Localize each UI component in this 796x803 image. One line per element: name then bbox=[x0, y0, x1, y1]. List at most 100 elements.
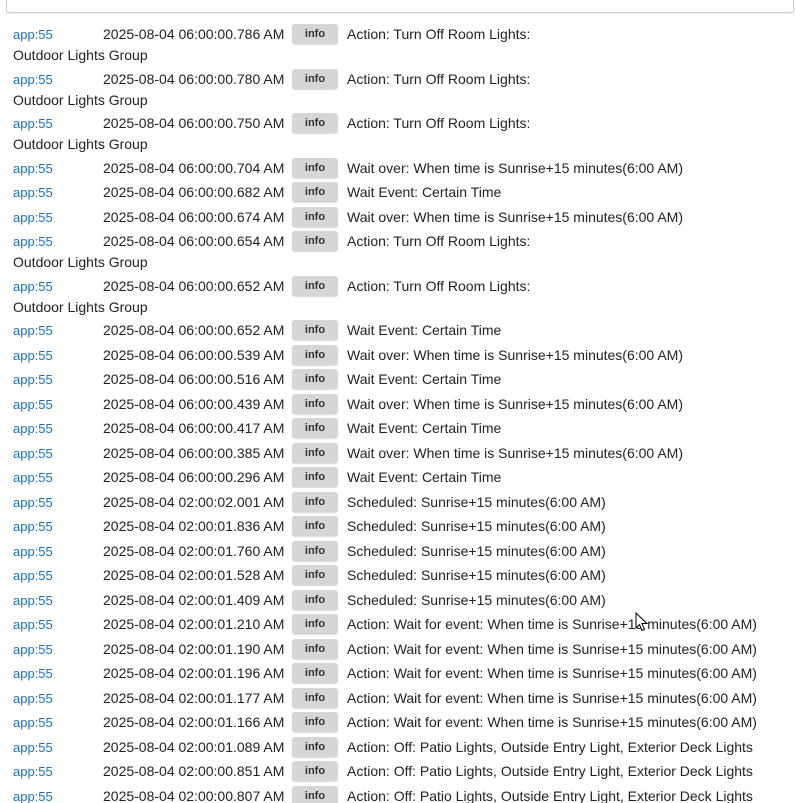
log-timestamp: 2025-08-04 06:00:00.674 AM bbox=[103, 208, 285, 225]
app-link[interactable]: app:55 bbox=[13, 397, 53, 412]
log-entry: app:55 2025-08-04 06:00:00.750 AM info Acti… bbox=[0, 111, 796, 156]
log-message: Action: Wait for event: When time is Sun… bbox=[347, 640, 757, 657]
log-message: Scheduled: Sunrise+15 minutes(6:00 AM) bbox=[347, 591, 606, 608]
log-entry: app:55 2025-08-04 02:00:01.166 AM info Acti… bbox=[0, 710, 796, 735]
log-timestamp: 2025-08-04 02:00:01.177 AM bbox=[103, 689, 285, 706]
log-timestamp: 2025-08-04 06:00:00.682 AM bbox=[103, 184, 285, 200]
log-timestamp: 2025-08-04 06:00:00.539 AM bbox=[103, 346, 285, 363]
log-timestamp: 2025-08-04 06:00:00.652 AM bbox=[103, 277, 285, 294]
log-message: Wait over: When time is Sunrise+15 minut… bbox=[347, 346, 683, 363]
log-level-badge: info bbox=[292, 442, 338, 463]
log-level-badge: info bbox=[292, 344, 338, 365]
log-timestamp: 2025-08-04 02:00:01.190 AM bbox=[103, 640, 285, 657]
app-link[interactable]: app:55 bbox=[13, 470, 53, 485]
log-message-continuation: Outdoor Lights Group bbox=[13, 298, 148, 315]
log-timestamp: 2025-08-04 06:00:00.516 AM bbox=[103, 371, 285, 387]
log-entry: app:55 2025-08-04 02:00:01.836 AM info Sche… bbox=[0, 514, 796, 539]
app-link[interactable]: app:55 bbox=[13, 715, 53, 730]
log-timestamp: 2025-08-04 02:00:01.089 AM bbox=[103, 738, 285, 755]
app-link[interactable]: app:55 bbox=[13, 210, 53, 225]
log-message: Action: Wait for event: When time is Sun… bbox=[347, 665, 757, 681]
log-message: Scheduled: Sunrise+15 minutes(6:00 AM) bbox=[347, 518, 606, 534]
left-edge-mark bbox=[0, 795, 3, 803]
app-link[interactable]: app:55 bbox=[13, 666, 53, 681]
app-link[interactable]: app:55 bbox=[13, 116, 53, 131]
app-link[interactable]: app:55 bbox=[13, 544, 53, 559]
log-level-badge: info bbox=[292, 206, 338, 227]
log-message: Action: Off: Patio Lights, Outside Entry… bbox=[347, 787, 753, 803]
log-entry: app:55 2025-08-04 06:00:00.780 AM info Acti… bbox=[0, 67, 796, 112]
log-entry: app:55 2025-08-04 02:00:01.190 AM info Acti… bbox=[0, 637, 796, 662]
log-timestamp: 2025-08-04 06:00:00.750 AM bbox=[103, 115, 285, 131]
log-level-badge: info bbox=[292, 491, 338, 512]
log-entry: app:55 2025-08-04 06:00:00.385 AM info Wait… bbox=[0, 441, 796, 466]
log-entry: app:55 2025-08-04 06:00:00.417 AM info Wait… bbox=[0, 416, 796, 441]
log-entry: app:55 2025-08-04 06:00:00.439 AM info Wait… bbox=[0, 392, 796, 417]
log-level-badge: info bbox=[292, 467, 338, 487]
app-link[interactable]: app:55 bbox=[13, 764, 53, 779]
app-link[interactable]: app:55 bbox=[13, 519, 53, 534]
app-link[interactable]: app:55 bbox=[13, 617, 53, 632]
log-message: Wait over: When time is Sunrise+15 minut… bbox=[347, 395, 683, 412]
log-timestamp: 2025-08-04 06:00:00.439 AM bbox=[103, 395, 285, 412]
app-link[interactable]: app:55 bbox=[13, 72, 53, 87]
log-timestamp: 2025-08-04 06:00:00.786 AM bbox=[103, 26, 285, 42]
app-link[interactable]: app:55 bbox=[13, 348, 53, 363]
log-entry: app:55 2025-08-04 06:00:00.654 AM info Acti… bbox=[0, 229, 796, 274]
log-level-badge: info bbox=[292, 736, 338, 757]
log-level-badge: info bbox=[292, 565, 338, 585]
log-level-badge: info bbox=[292, 663, 338, 683]
log-level-badge: info bbox=[292, 24, 338, 44]
log-timestamp: 2025-08-04 06:00:00.296 AM bbox=[103, 469, 285, 485]
log-message: Action: Wait for event: When time is Sun… bbox=[347, 689, 757, 706]
app-link[interactable]: app:55 bbox=[13, 234, 53, 249]
log-level-badge: info bbox=[292, 785, 338, 803]
app-link[interactable]: app:55 bbox=[13, 421, 53, 436]
log-message: Wait over: When time is Sunrise+15 minut… bbox=[347, 159, 683, 176]
log-message: Action: Wait for event: When time is Sun… bbox=[347, 714, 757, 730]
log-message: Wait over: When time is Sunrise+15 minut… bbox=[347, 444, 683, 461]
log-level-badge: info bbox=[292, 614, 338, 634]
log-level-badge: info bbox=[292, 182, 338, 202]
log-timestamp: 2025-08-04 06:00:00.704 AM bbox=[103, 159, 285, 176]
app-link[interactable]: app:55 bbox=[13, 691, 53, 706]
log-level-badge: info bbox=[292, 516, 338, 536]
log-message: Scheduled: Sunrise+15 minutes(6:00 AM) bbox=[347, 567, 606, 583]
log-level-badge: info bbox=[292, 231, 338, 251]
log-entry: app:55 2025-08-04 06:00:00.516 AM info Wait… bbox=[0, 367, 796, 392]
log-timestamp: 2025-08-04 06:00:00.385 AM bbox=[103, 444, 285, 461]
log-level-badge: info bbox=[292, 369, 338, 389]
log-entry: app:55 2025-08-04 02:00:00.807 AM info Acti… bbox=[0, 784, 796, 803]
app-link[interactable]: app:55 bbox=[13, 495, 53, 510]
log-message: Scheduled: Sunrise+15 minutes(6:00 AM) bbox=[347, 542, 606, 559]
app-link[interactable]: app:55 bbox=[13, 642, 53, 657]
app-link[interactable]: app:55 bbox=[13, 568, 53, 583]
log-timestamp: 2025-08-04 02:00:01.836 AM bbox=[103, 518, 285, 534]
log-entry: app:55 2025-08-04 06:00:00.652 AM info Acti… bbox=[0, 274, 796, 319]
log-message: Action: Turn Off Room Lights: bbox=[347, 115, 531, 131]
app-link[interactable]: app:55 bbox=[13, 161, 53, 176]
log-message-continuation: Outdoor Lights Group bbox=[13, 47, 148, 63]
log-message: Wait Event: Certain Time bbox=[347, 469, 502, 485]
app-link[interactable]: app:55 bbox=[13, 279, 53, 294]
log-timestamp: 2025-08-04 06:00:00.654 AM bbox=[103, 233, 285, 249]
app-link[interactable]: app:55 bbox=[13, 446, 53, 461]
log-timestamp: 2025-08-04 02:00:00.851 AM bbox=[103, 763, 285, 779]
log-timestamp: 2025-08-04 06:00:00.417 AM bbox=[103, 420, 285, 436]
app-link[interactable]: app:55 bbox=[13, 323, 53, 338]
app-link[interactable]: app:55 bbox=[13, 27, 53, 42]
app-link[interactable]: app:55 bbox=[13, 789, 53, 803]
log-entry: app:55 2025-08-04 02:00:01.210 AM info Acti… bbox=[0, 612, 796, 637]
app-link[interactable]: app:55 bbox=[13, 185, 53, 200]
log-message: Action: Turn Off Room Lights: bbox=[347, 277, 531, 294]
app-link[interactable]: app:55 bbox=[13, 740, 53, 755]
log-message: Action: Turn Off Room Lights: bbox=[347, 70, 531, 87]
app-link[interactable]: app:55 bbox=[13, 372, 53, 387]
log-entry: app:55 2025-08-04 02:00:01.089 AM info Acti… bbox=[0, 735, 796, 760]
log-panel-frame bbox=[6, 0, 794, 13]
log-entry: app:55 2025-08-04 02:00:01.196 AM info Acti… bbox=[0, 661, 796, 686]
log-level-badge: info bbox=[292, 113, 338, 133]
log-message: Action: Off: Patio Lights, Outside Entry… bbox=[347, 763, 753, 779]
log-timestamp: 2025-08-04 02:00:01.528 AM bbox=[103, 567, 285, 583]
app-link[interactable]: app:55 bbox=[13, 593, 53, 608]
